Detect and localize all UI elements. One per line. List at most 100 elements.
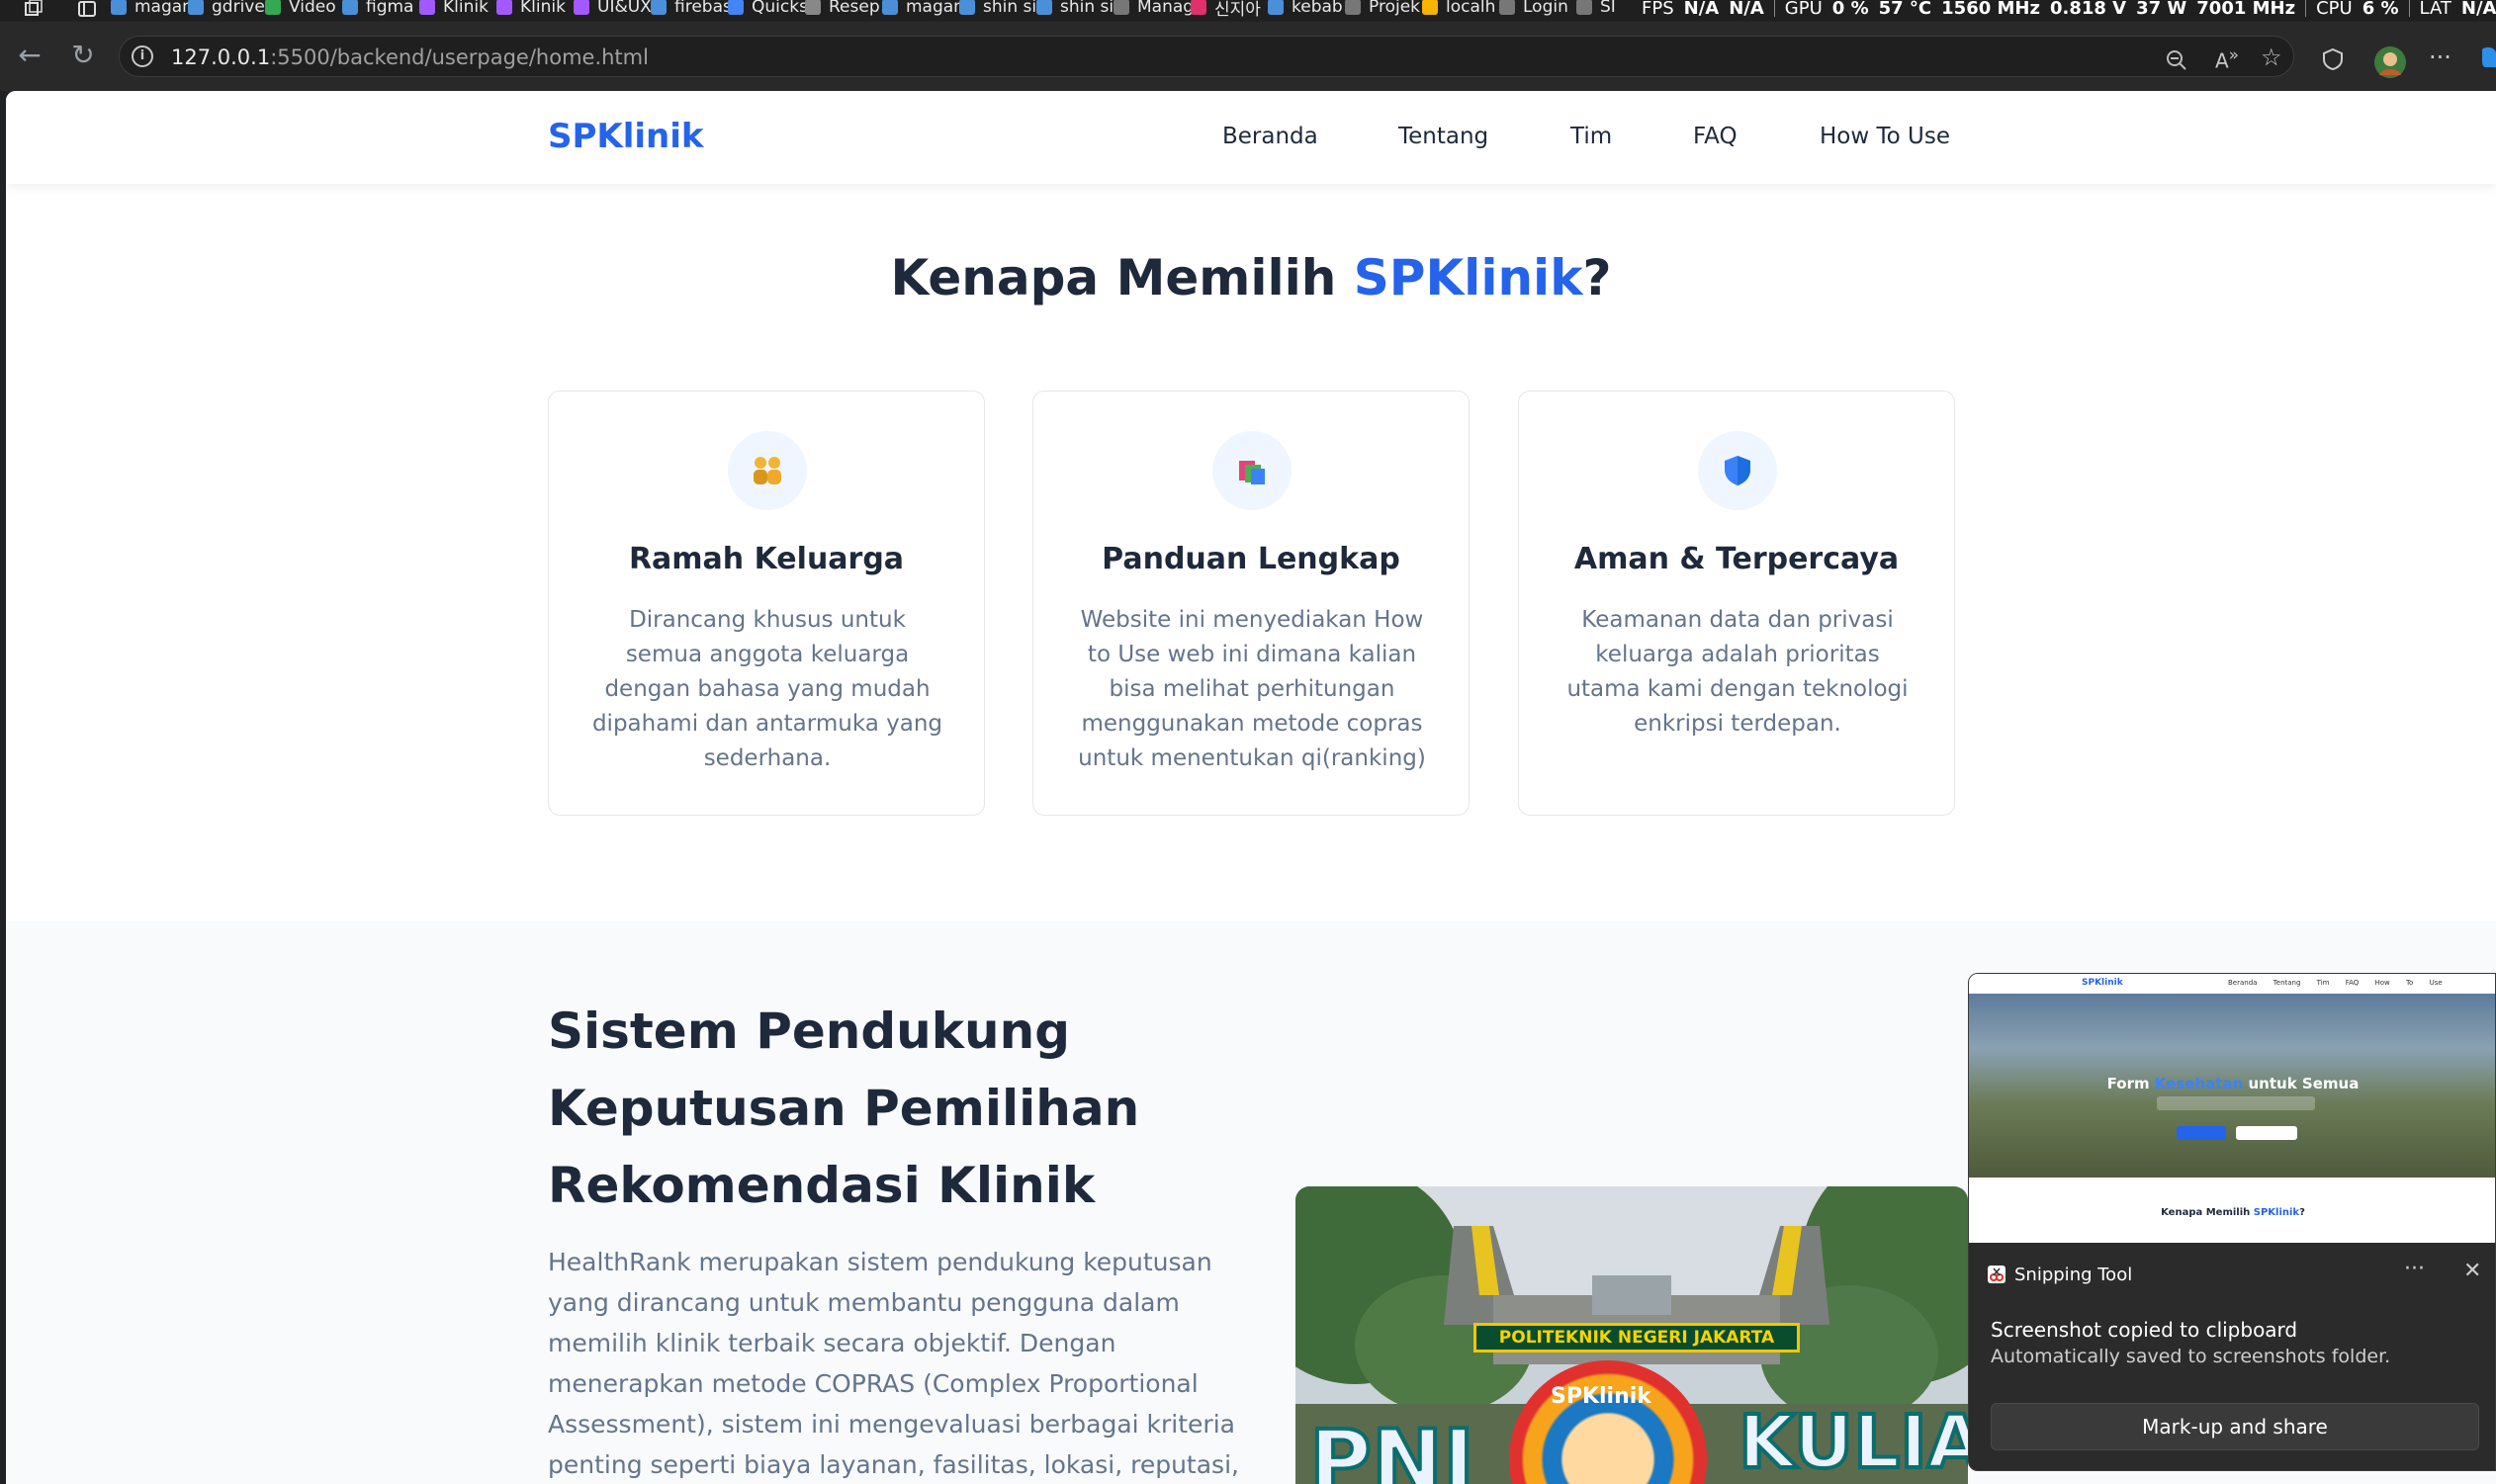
nav-faq[interactable]: FAQ xyxy=(1693,124,1738,149)
browser-tab[interactable]: shin si xyxy=(1036,0,1114,18)
thumb-kenapa-prefix: Kenapa Memilih xyxy=(2161,1207,2254,1218)
browser-tab-label: Klinik xyxy=(520,0,566,17)
browser-tab[interactable]: Login xyxy=(1499,0,1568,18)
url-text[interactable]: 127.0.0.1:5500/backend/userpage/home.htm… xyxy=(171,45,649,69)
browser-tab[interactable]: Klinik xyxy=(419,0,489,18)
browser-tab[interactable]: 신지아 xyxy=(1191,0,1261,20)
feature-card-guide: Panduan Lengkap Website ini menyediakan … xyxy=(1032,391,1470,816)
about-text: HealthRank merupakan sistem pendukung ke… xyxy=(548,1248,1239,1479)
url-path: :5500/backend/userpage/home.html xyxy=(270,45,649,69)
thumb-brand: SPKlinik xyxy=(2082,978,2123,988)
browser-essentials-icon[interactable] xyxy=(2322,47,2344,77)
browser-tab[interactable]: magan xyxy=(882,0,964,18)
browser-tab[interactable]: Klinik xyxy=(496,0,566,18)
browser-tab[interactable]: Quicks xyxy=(728,0,808,18)
search-icon xyxy=(651,0,667,15)
gpu-load: 0 % xyxy=(1831,0,1869,19)
globe-icon xyxy=(1576,0,1592,15)
task-view-icon[interactable] xyxy=(24,0,44,18)
why-title-suffix: ? xyxy=(1582,249,1612,306)
browser-tab-label: kebab xyxy=(1292,0,1343,17)
browser-tab-label: SI xyxy=(1600,0,1616,17)
feature-text: Dirancang khusus untuk semua anggota kel… xyxy=(591,607,943,771)
close-icon[interactable]: ✕ xyxy=(2463,1259,2481,1283)
nav-how-to-use[interactable]: How To Use xyxy=(1820,124,1950,149)
back-arrow-icon[interactable]: ← xyxy=(12,38,47,73)
nav-tentang[interactable]: Tentang xyxy=(1398,124,1488,149)
address-bar[interactable]: i 127.0.0.1:5500/backend/userpage/home.h… xyxy=(119,36,2294,77)
nav-beranda[interactable]: Beranda xyxy=(1222,124,1318,149)
favorite-star-icon[interactable]: ☆ xyxy=(2261,44,2282,71)
feature-text: Website ini menyediakan How to Use web i… xyxy=(1078,607,1426,771)
instagram-icon xyxy=(1191,0,1206,15)
about-title: Sistem Pendukung Keputusan Pemilihan Rek… xyxy=(548,1003,1140,1214)
profile-avatar[interactable] xyxy=(2373,45,2407,85)
thumb-kenapa-suffix: ? xyxy=(2299,1207,2305,1218)
more-options-icon[interactable]: ··· xyxy=(2404,1257,2425,1281)
globe-icon xyxy=(1114,0,1129,15)
thumb-kenapa-accent: SPKlinik xyxy=(2253,1207,2300,1218)
why-section: Kenapa Memilih SPKlinik? Ramah Keluarga … xyxy=(6,91,2496,921)
zoom-icon[interactable] xyxy=(2166,49,2187,77)
browser-tab[interactable]: Video xyxy=(265,0,336,18)
browser-tab-label: UI&UX xyxy=(597,0,652,17)
browser-tab-label: Klinik xyxy=(443,0,489,17)
cpu-load: 6 % xyxy=(2362,0,2399,19)
snipping-tool-name: Snipping Tool xyxy=(2014,1265,2133,1285)
snipping-tool-notification[interactable]: SPKlinik Beranda Tentang Tim FAQ How To … xyxy=(1968,973,2496,1471)
gpu-volt: 0.818 V xyxy=(2049,0,2127,19)
browser-tab[interactable]: Projek xyxy=(1345,0,1420,18)
browser-tab[interactable]: UI&UX xyxy=(574,0,652,18)
thumb-kenapa: Kenapa Memilih SPKlinik? xyxy=(1969,1207,2495,1218)
browser-tab-label: Login xyxy=(1523,0,1568,17)
lat-value: N/A xyxy=(2460,0,2496,19)
google-drive-icon xyxy=(265,0,281,15)
tabs-overview-icon[interactable] xyxy=(77,0,97,18)
browser-tab[interactable]: kebab xyxy=(1268,0,1343,18)
performance-overlay: FPS N/A N/A GPU 0 % 57 °C 1560 MHz 0.818… xyxy=(1642,0,2496,19)
reload-icon[interactable]: ↻ xyxy=(65,38,101,73)
shield-icon xyxy=(1698,431,1777,510)
browser-tab[interactable]: firebas xyxy=(651,0,732,18)
browser-tab[interactable]: Resep xyxy=(805,0,880,18)
browser-tab-label: Video xyxy=(289,0,336,17)
screenshot-thumbnail[interactable]: SPKlinik Beranda Tentang Tim FAQ How To … xyxy=(1969,974,2495,1243)
browser-tab-label: Projek xyxy=(1369,0,1420,17)
browser-tab-label: Resep xyxy=(829,0,880,17)
browser-tab[interactable]: figma xyxy=(342,0,413,18)
browser-tab[interactable]: shin si xyxy=(959,0,1036,18)
browser-tab[interactable]: magan xyxy=(111,0,193,18)
search-icon xyxy=(111,0,127,15)
browser-tab[interactable]: localh xyxy=(1422,0,1495,18)
campus-photo: POLITEKNIK NEGERI JAKARTA SPKlinik PNJ K… xyxy=(1295,1186,1968,1484)
browser-tab-label: magan xyxy=(134,0,193,17)
figma-icon xyxy=(496,0,512,15)
figma-icon xyxy=(419,0,435,15)
gpu-clock: 1560 MHz xyxy=(1941,0,2040,19)
thumb-hero-accent: Kesehatan xyxy=(2154,1075,2244,1092)
site-info-icon[interactable]: i xyxy=(132,45,153,67)
snipping-tool-icon xyxy=(1987,1265,2006,1284)
figma-icon xyxy=(574,0,589,15)
gpu-mem: 7001 MHz xyxy=(2196,0,2296,19)
browser-tab[interactable]: gdrive xyxy=(188,0,265,18)
site-logo[interactable]: SPKlinik xyxy=(548,117,704,156)
site-navbar: SPKlinik Beranda Tentang Tim FAQ How To … xyxy=(6,91,2496,184)
gpu-power: 37 W xyxy=(2136,0,2187,19)
copilot-icon[interactable] xyxy=(2480,45,2496,75)
fps-label: FPS xyxy=(1642,0,1674,19)
notification-detail: Automatically saved to screenshots folde… xyxy=(1991,1346,2391,1367)
browser-tab[interactable]: Manag xyxy=(1114,0,1194,18)
browser-tab[interactable]: SI xyxy=(1576,0,1616,18)
gpu-label: GPU xyxy=(1784,0,1823,19)
more-menu-icon[interactable]: ··· xyxy=(2429,44,2451,71)
notification-message: Screenshot copied to clipboard xyxy=(1991,1318,2298,1342)
search-icon xyxy=(1268,0,1284,15)
thumb-primary-button xyxy=(2177,1126,2226,1140)
feature-title: Ramah Keluarga xyxy=(628,542,905,576)
nav-tim[interactable]: Tim xyxy=(1570,124,1612,149)
warning-icon xyxy=(1422,0,1438,15)
mark-up-and-share-button[interactable]: Mark-up and share xyxy=(1991,1403,2479,1450)
feature-text: Keamanan data dan privasi keluarga adala… xyxy=(1566,607,1909,737)
read-aloud-icon[interactable]: A» xyxy=(2215,45,2239,73)
